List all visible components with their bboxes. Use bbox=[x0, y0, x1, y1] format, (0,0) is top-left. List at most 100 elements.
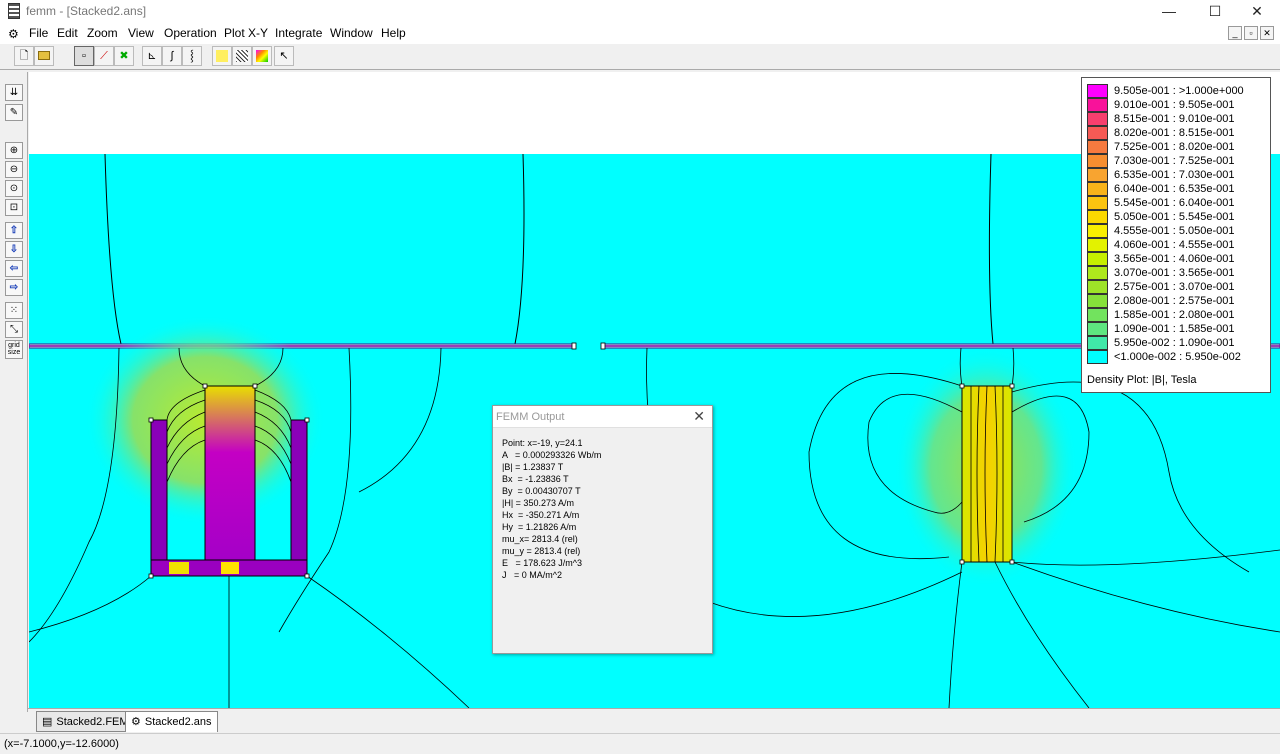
pan-up-icon[interactable]: ⇧ bbox=[5, 222, 23, 239]
legend-label: <1.000e-002 : 5.950e-002 bbox=[1114, 351, 1241, 363]
new-file-icon[interactable]: 🗋 bbox=[14, 46, 34, 66]
menu-zoom[interactable]: Zoom bbox=[87, 26, 118, 40]
pan-right-icon[interactable]: ⇨ bbox=[5, 279, 23, 296]
menu-help[interactable]: Help bbox=[381, 26, 406, 40]
density-plot-icon[interactable] bbox=[252, 46, 272, 66]
menu-file[interactable]: File bbox=[29, 26, 48, 40]
output-bx: Bx = -1.23836 T bbox=[502, 474, 569, 484]
tab-stacked2-ans[interactable]: ⚙ Stacked2.ans bbox=[125, 711, 218, 732]
minimize-button[interactable]: — bbox=[1146, 0, 1192, 22]
legend-swatch bbox=[1087, 294, 1108, 308]
menu-operation[interactable]: Operation bbox=[164, 26, 217, 40]
document-icon[interactable]: ⚙ bbox=[8, 27, 19, 41]
pan-down-icon[interactable]: ⇩ bbox=[5, 241, 23, 258]
legend-label: 4.060e-001 : 4.555e-001 bbox=[1114, 239, 1235, 251]
status-bar: (x=-7.1000,y=-12.6000) bbox=[0, 733, 1280, 754]
snap-grid-icon[interactable]: ⤡ bbox=[5, 321, 23, 338]
zoom-out-icon[interactable]: ⊖ bbox=[5, 161, 23, 178]
legend-row: 2.575e-001 : 3.070e-001 bbox=[1087, 280, 1235, 294]
integrate-icon[interactable]: ∫ bbox=[162, 46, 182, 66]
area-mode-icon[interactable]: ✖ bbox=[114, 46, 134, 66]
output-title: FEMM Output bbox=[496, 411, 565, 423]
open-folder-icon[interactable] bbox=[34, 46, 54, 66]
pointer-icon[interactable]: ↖ bbox=[274, 46, 294, 66]
output-e: E = 178.623 J/m^3 bbox=[502, 558, 583, 568]
legend-swatch bbox=[1087, 84, 1108, 98]
legend-swatch bbox=[1087, 196, 1108, 210]
block-contour-icon[interactable] bbox=[232, 46, 252, 66]
main-toolbar: 🗋 ▫ ⟋ ✖ ⊾ ∫ ⸾ ↖ bbox=[0, 44, 1280, 70]
legend-label: 6.535e-001 : 7.030e-001 bbox=[1114, 169, 1235, 181]
line-mode-icon[interactable]: ⟋ bbox=[94, 46, 114, 66]
legend-row: 1.585e-001 : 2.080e-001 bbox=[1087, 308, 1235, 322]
legend-label: 5.050e-001 : 5.545e-001 bbox=[1114, 211, 1235, 223]
legend-row: 5.545e-001 : 6.040e-001 bbox=[1087, 196, 1235, 210]
legend-label: 5.545e-001 : 6.040e-001 bbox=[1114, 197, 1235, 209]
legend-row: 5.950e-002 : 1.090e-001 bbox=[1087, 336, 1235, 350]
zoom-window-icon[interactable]: ⊡ bbox=[5, 199, 23, 216]
legend-row: 6.040e-001 : 6.535e-001 bbox=[1087, 182, 1235, 196]
tab-label: Stacked2.ans bbox=[144, 716, 212, 728]
legend-row: 2.080e-001 : 2.575e-001 bbox=[1087, 294, 1235, 308]
legend-caption: Density Plot: |B|, Tesla bbox=[1087, 374, 1197, 386]
menu-plot-xy[interactable]: Plot X-Y bbox=[224, 26, 268, 40]
output-close-button[interactable]: ✕ bbox=[693, 408, 705, 425]
legend-label: 4.555e-001 : 5.050e-001 bbox=[1114, 225, 1235, 237]
point-mode-icon[interactable]: ▫ bbox=[74, 46, 94, 66]
tab-label: Stacked2.FEM bbox=[56, 716, 129, 728]
legend-swatch bbox=[1087, 154, 1108, 168]
output-a: A = 0.000293326 Wb/m bbox=[502, 450, 602, 460]
zoom-natural-icon[interactable]: ⊙ bbox=[5, 180, 23, 197]
output-hx: Hx = -350.271 A/m bbox=[502, 510, 580, 520]
legend-swatch bbox=[1087, 280, 1108, 294]
legend-swatch bbox=[1087, 350, 1108, 364]
legend-label: 9.505e-001 : >1.000e+000 bbox=[1114, 85, 1244, 97]
legend-label: 1.090e-001 : 1.585e-001 bbox=[1114, 323, 1235, 335]
maximize-button[interactable]: ☐ bbox=[1192, 0, 1238, 22]
legend-label: 8.515e-001 : 9.010e-001 bbox=[1114, 113, 1235, 125]
legend-label: 9.010e-001 : 9.505e-001 bbox=[1114, 99, 1235, 111]
menu-edit[interactable]: Edit bbox=[57, 26, 78, 40]
output-j: J = 0 MA/m^2 bbox=[502, 570, 562, 580]
legend-swatch bbox=[1087, 336, 1108, 350]
fem-file-icon: ▤ bbox=[42, 716, 53, 728]
zoom-in-icon[interactable]: ⊕ bbox=[5, 142, 23, 159]
legend-row: 7.525e-001 : 8.020e-001 bbox=[1087, 140, 1235, 154]
legend-label: 3.565e-001 : 4.060e-001 bbox=[1114, 253, 1235, 265]
grid-size-icon[interactable]: grid size bbox=[5, 340, 23, 359]
mdi-minimize-button[interactable]: _ bbox=[1228, 26, 1242, 40]
legend-row: 7.030e-001 : 7.525e-001 bbox=[1087, 154, 1235, 168]
show-grid-icon[interactable]: ⁙ bbox=[5, 302, 23, 319]
edit-props-icon[interactable]: ✎ bbox=[5, 104, 23, 121]
menu-window[interactable]: Window bbox=[330, 26, 373, 40]
output-point: Point: x=-19, y=24.1 bbox=[502, 438, 583, 448]
legend-swatch bbox=[1087, 322, 1108, 336]
circuit-props-icon[interactable] bbox=[212, 46, 232, 66]
plot-xy-icon[interactable]: ⊾ bbox=[142, 46, 162, 66]
grid-size-label-bottom: size bbox=[7, 349, 21, 356]
legend-swatch bbox=[1087, 266, 1108, 280]
menu-view[interactable]: View bbox=[128, 26, 154, 40]
legend-swatch bbox=[1087, 168, 1108, 182]
legend-swatch bbox=[1087, 252, 1108, 266]
output-b-mag: |B| = 1.23837 T bbox=[502, 462, 564, 472]
close-button[interactable]: ✕ bbox=[1234, 0, 1280, 22]
legend-label: 3.070e-001 : 3.565e-001 bbox=[1114, 267, 1235, 279]
tab-stacked2-fem[interactable]: ▤ Stacked2.FEM bbox=[36, 711, 135, 732]
legend-row: 6.535e-001 : 7.030e-001 bbox=[1087, 168, 1235, 182]
line-integral-icon[interactable]: ⸾ bbox=[182, 46, 202, 66]
legend-row: 9.010e-001 : 9.505e-001 bbox=[1087, 98, 1235, 112]
cursor-coordinates: (x=-7.1000,y=-12.6000) bbox=[4, 738, 119, 750]
legend-swatch bbox=[1087, 224, 1108, 238]
output-title-bar[interactable]: FEMM Output ✕ bbox=[493, 406, 712, 428]
femm-output-dialog: FEMM Output ✕ Point: x=-19, y=24.1 A = 0… bbox=[492, 405, 713, 654]
legend-swatch bbox=[1087, 126, 1108, 140]
window-title: femm - [Stacked2.ans] bbox=[26, 4, 147, 18]
legend-row: 9.505e-001 : >1.000e+000 bbox=[1087, 84, 1244, 98]
menu-integrate[interactable]: Integrate bbox=[275, 26, 322, 40]
mdi-restore-button[interactable]: ▫ bbox=[1244, 26, 1258, 40]
mdi-close-button[interactable]: ✕ bbox=[1260, 26, 1274, 40]
legend-label: 2.575e-001 : 3.070e-001 bbox=[1114, 281, 1235, 293]
pan-left-icon[interactable]: ⇦ bbox=[5, 260, 23, 277]
show-mesh-icon[interactable]: ⇊ bbox=[5, 84, 23, 101]
